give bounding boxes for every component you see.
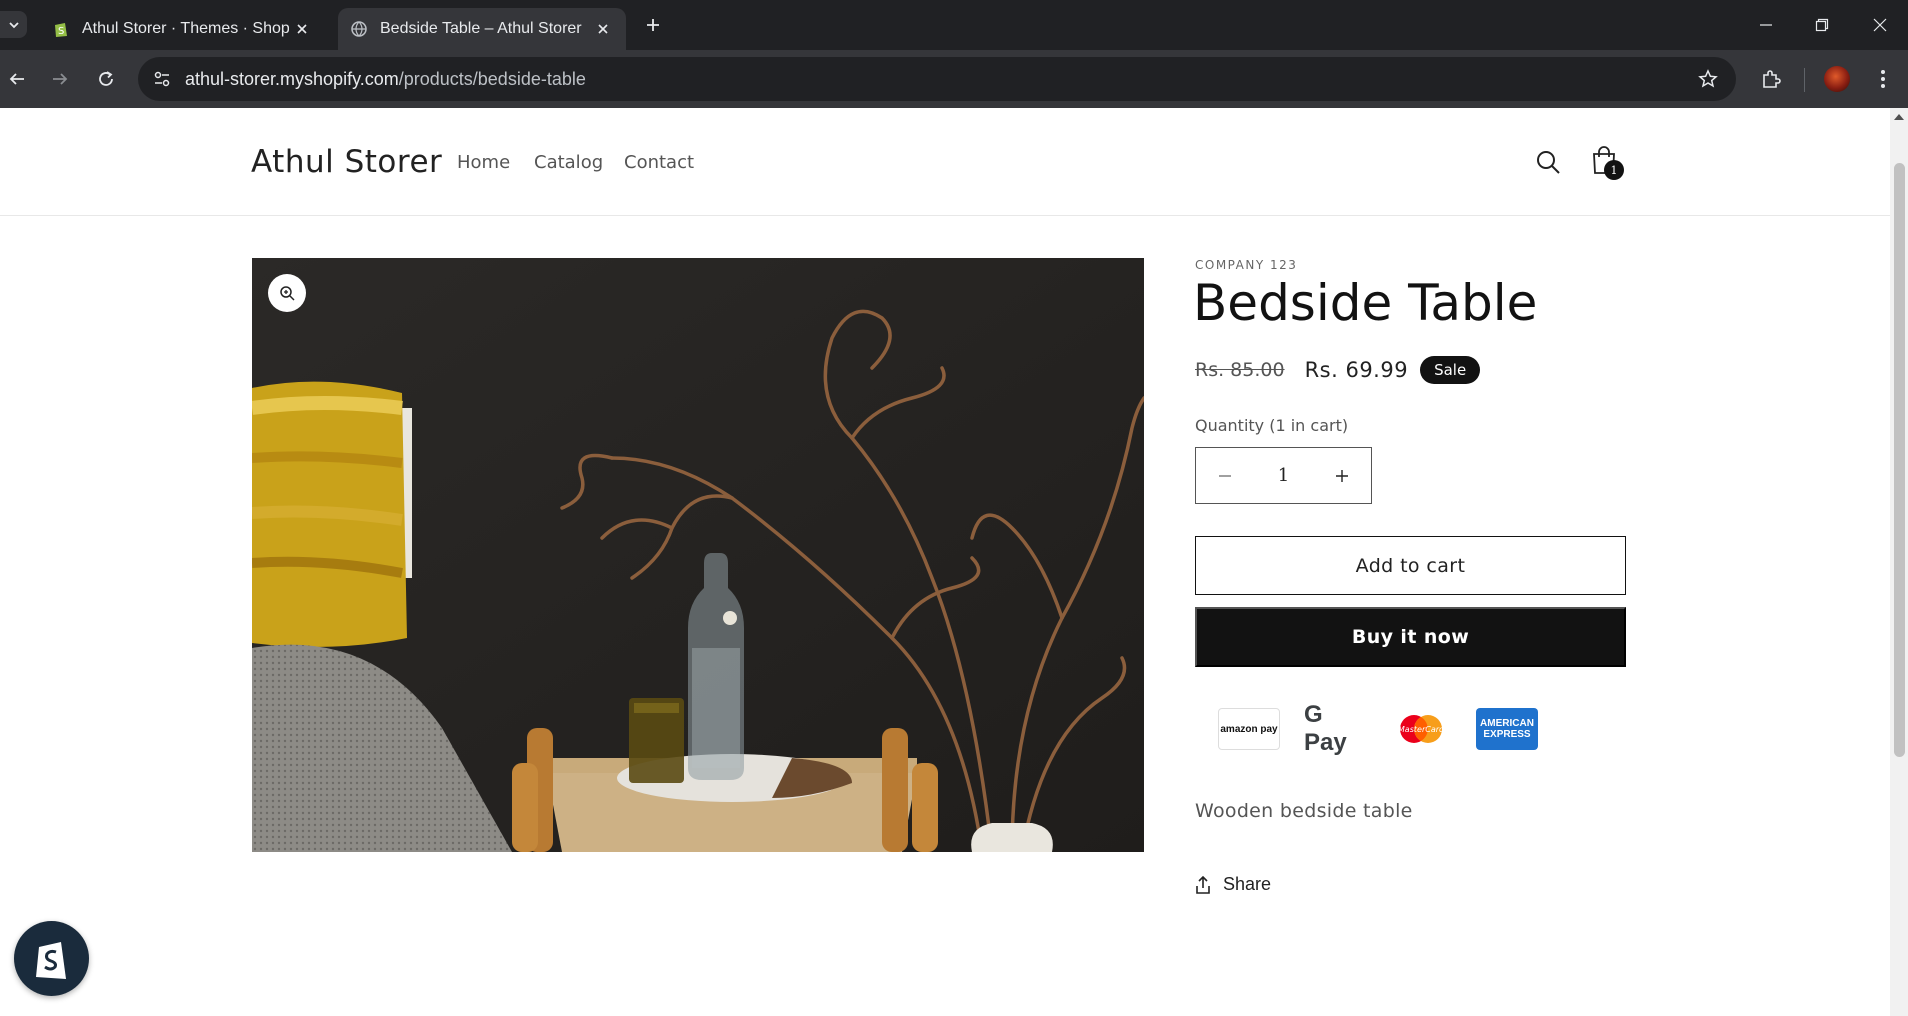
close-icon — [1873, 18, 1887, 32]
quantity-label: Quantity (1 in cart) — [1195, 416, 1349, 435]
quantity-decrease-button[interactable] — [1196, 448, 1254, 503]
quantity-stepper — [1195, 447, 1372, 504]
product-image[interactable] — [252, 258, 1144, 852]
amazon-pay-icon: amazon pay — [1218, 708, 1280, 750]
page-scrollbar[interactable] — [1890, 108, 1908, 1016]
sale-price: Rs. 69.99 — [1304, 358, 1409, 382]
tab-shopify-themes[interactable]: S Athul Storer · Themes · Shopify — [40, 8, 325, 50]
share-icon — [1196, 875, 1210, 894]
tab-title: Bedside Table – Athul Storer — [380, 20, 582, 37]
shopify-bag-icon — [35, 941, 66, 979]
restore-button[interactable] — [1802, 10, 1842, 40]
address-bar[interactable]: athul-storer.myshopify.com/products/beds… — [138, 57, 1736, 101]
product-vendor: COMPANY 123 — [1195, 258, 1298, 272]
nav-catalog[interactable]: Catalog — [534, 152, 603, 173]
browser-menu-button[interactable] — [1868, 64, 1898, 94]
kebab-menu-icon — [1881, 70, 1885, 88]
url-text: athul-storer.myshopify.com/products/beds… — [185, 69, 586, 90]
back-button[interactable] — [2, 64, 32, 94]
plus-icon — [647, 19, 659, 31]
scrollbar-thumb[interactable] — [1894, 163, 1905, 757]
quantity-input[interactable] — [1254, 465, 1313, 486]
extensions-button[interactable] — [1756, 64, 1786, 94]
close-window-button[interactable] — [1860, 10, 1900, 40]
price-row: Rs. 85.00 Rs. 69.99 Sale — [1195, 356, 1481, 384]
close-icon[interactable] — [590, 16, 616, 42]
restore-icon — [1815, 18, 1829, 32]
browser-toolbar: athul-storer.myshopify.com/products/beds… — [0, 50, 1908, 108]
forward-button[interactable] — [45, 64, 75, 94]
nav-contact[interactable]: Contact — [624, 152, 694, 173]
amex-line-1: AMERICAN — [1480, 718, 1534, 729]
cart-count-badge: 1 — [1604, 160, 1624, 180]
close-icon[interactable] — [289, 16, 315, 42]
search-button[interactable] — [1531, 145, 1565, 179]
avatar — [1824, 66, 1850, 92]
chevron-down-icon — [8, 21, 19, 28]
search-icon — [1537, 151, 1560, 174]
compare-at-price: Rs. 85.00 — [1195, 359, 1285, 381]
mastercard-icon: MasterCard — [1390, 708, 1452, 750]
add-to-cart-button[interactable]: Add to cart — [1195, 536, 1626, 595]
plus-icon — [1336, 469, 1348, 482]
store-logo[interactable]: Athul Storer — [251, 144, 442, 180]
payment-icons: amazon pay G Pay MasterCard AMERICAN EXPR… — [1218, 701, 1538, 756]
cart-button[interactable]: 1 — [1587, 143, 1624, 180]
tab-search-button[interactable] — [0, 11, 27, 38]
minus-icon — [1219, 474, 1231, 477]
share-label: Share — [1223, 874, 1272, 894]
product-description: Wooden bedside table — [1195, 800, 1413, 822]
product-title: Bedside Table — [1193, 274, 1538, 332]
store-header: Athul Storer Home Catalog Contact 1 — [0, 108, 1890, 216]
reload-icon — [99, 71, 113, 86]
page-viewport: Athul Storer Home Catalog Contact 1 COMP… — [0, 108, 1908, 1016]
google-pay-icon: G Pay — [1304, 701, 1366, 756]
shopify-preview-button[interactable] — [14, 921, 89, 996]
mastercard-label: MasterCard — [1398, 725, 1445, 734]
browser-tabbar: S Athul Storer · Themes · Shopify Bedsid… — [0, 0, 1908, 50]
quantity-increase-button[interactable] — [1313, 448, 1371, 503]
share-button[interactable]: Share — [1195, 874, 1271, 895]
amazon-pay-label: amazon pay — [1220, 723, 1278, 735]
product-photo — [252, 258, 1144, 852]
arrow-right-icon — [53, 73, 68, 85]
reload-button[interactable] — [91, 64, 121, 94]
minimize-button[interactable] — [1746, 10, 1786, 40]
tab-title: Athul Storer · Themes · Shopify — [82, 20, 289, 37]
site-info-icon[interactable] — [150, 67, 174, 91]
tab-bedside-table[interactable]: Bedside Table – Athul Storer — [338, 8, 626, 50]
shopify-favicon-icon: S — [52, 20, 70, 38]
zoom-button[interactable] — [268, 274, 306, 312]
buy-now-button[interactable]: Buy it now — [1195, 607, 1626, 667]
nav-home[interactable]: Home — [457, 152, 510, 173]
svg-text:S: S — [58, 26, 64, 37]
new-tab-button[interactable] — [640, 12, 666, 38]
puzzle-icon — [1763, 70, 1781, 88]
sale-badge: Sale — [1420, 356, 1481, 384]
globe-icon — [350, 20, 368, 38]
arrow-left-icon — [9, 73, 24, 85]
scroll-up-arrow-icon[interactable] — [1894, 114, 1904, 120]
bookmark-star-icon[interactable] — [1696, 67, 1720, 91]
zoom-in-icon — [280, 286, 295, 301]
url-path: /products/bedside-table — [398, 69, 586, 89]
url-host: athul-storer.myshopify.com — [185, 69, 399, 89]
amex-line-2: EXPRESS — [1483, 729, 1531, 740]
amex-icon: AMERICAN EXPRESS — [1476, 708, 1538, 750]
google-pay-label: G Pay — [1304, 701, 1347, 756]
minimize-icon — [1760, 24, 1772, 26]
toolbar-divider — [1804, 68, 1805, 92]
profile-button[interactable] — [1822, 64, 1852, 94]
